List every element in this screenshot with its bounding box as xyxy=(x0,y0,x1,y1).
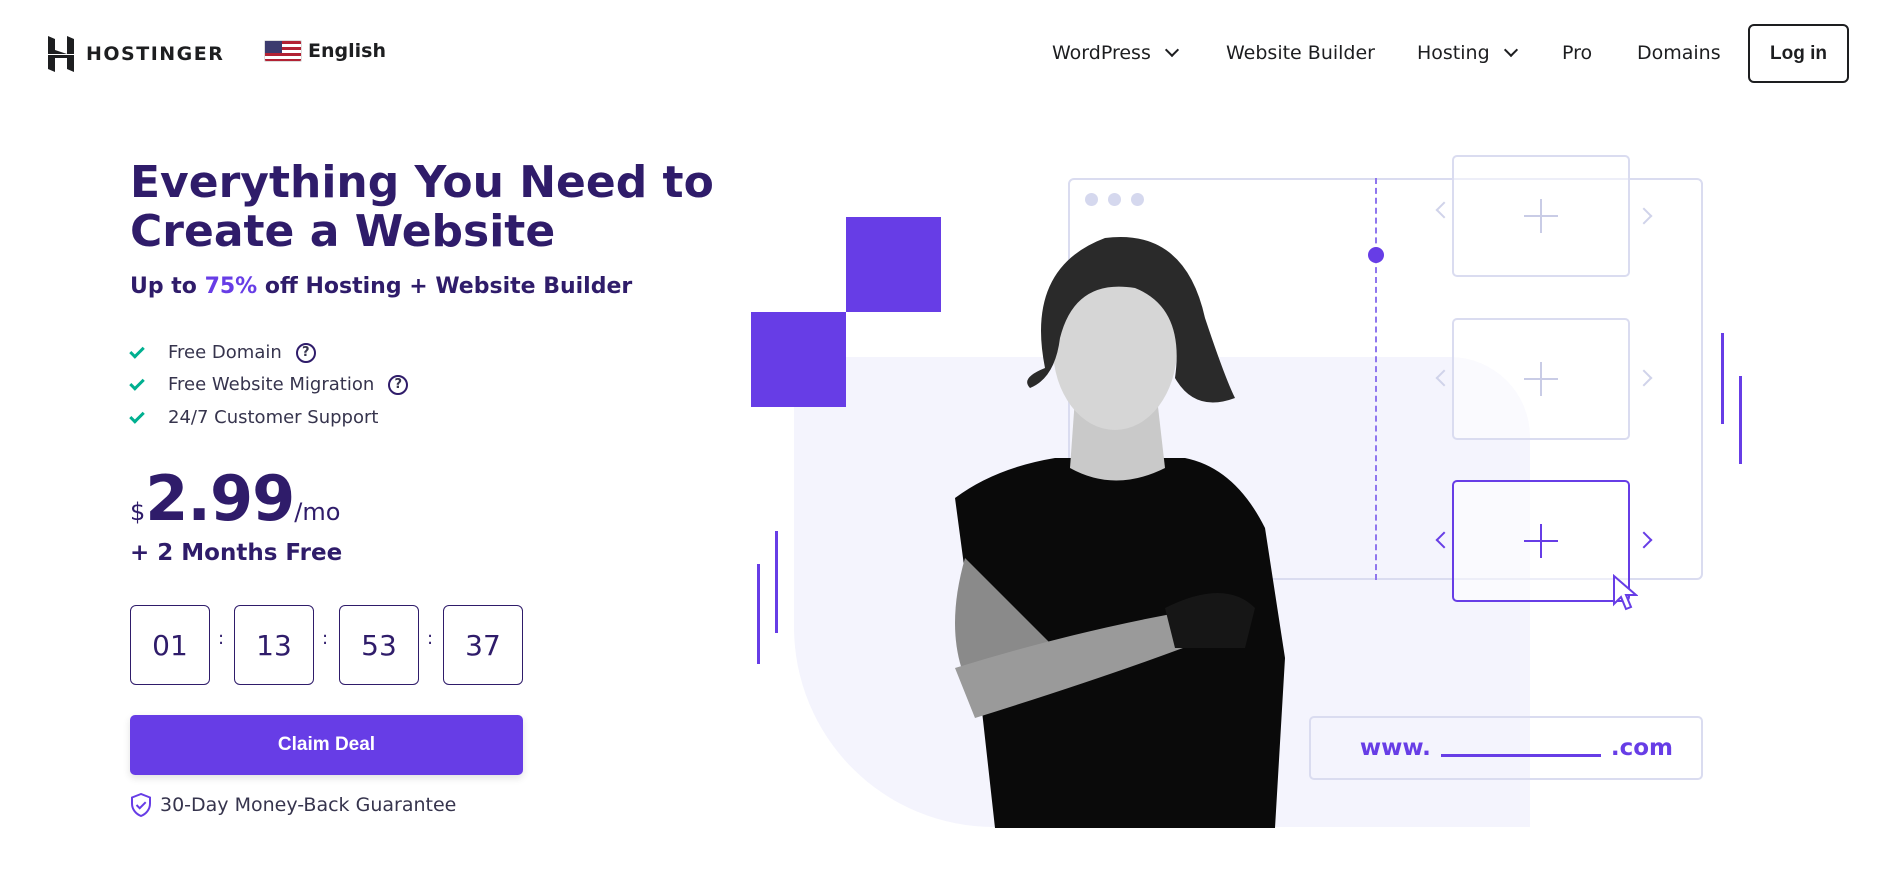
feature-label: 24/7 Customer Support xyxy=(168,407,379,428)
woman-photo xyxy=(955,237,1285,828)
countdown-seconds: 37 xyxy=(443,605,523,685)
discount-highlight: 75% xyxy=(204,274,258,299)
price-amount: 2.99 xyxy=(145,462,295,535)
cursor-icon xyxy=(1613,574,1638,611)
feature-item: 24/7 Customer Support xyxy=(129,407,379,428)
language-label: English xyxy=(308,40,386,62)
decor-line xyxy=(1721,333,1724,424)
section-card-active xyxy=(1452,480,1630,602)
login-button[interactable]: Log in xyxy=(1748,24,1849,83)
subtitle-text: Up to xyxy=(130,274,205,299)
feature-label: Free Website Migration xyxy=(168,374,375,395)
price: $2.99/mo xyxy=(130,462,340,535)
countdown-minutes: 53 xyxy=(339,605,419,685)
nav-website-builder[interactable]: Website Builder xyxy=(1226,42,1375,64)
help-icon[interactable]: ? xyxy=(295,342,316,363)
plus-icon xyxy=(1524,362,1558,396)
nav-hosting[interactable]: Hosting xyxy=(1417,42,1520,64)
subtitle: Up to 75% off Hosting + Website Builder xyxy=(130,274,632,299)
dashed-guide xyxy=(1375,178,1377,580)
decor-square xyxy=(751,312,846,407)
nav-label: WordPress xyxy=(1052,42,1151,64)
decor-line xyxy=(757,564,760,664)
nav-label: Pro xyxy=(1562,42,1593,64)
countdown-separator: : xyxy=(218,628,225,649)
price-period: /mo xyxy=(294,498,341,526)
feature-label: Free Domain xyxy=(168,342,282,363)
guarantee: 30-Day Money-Back Guarantee xyxy=(130,793,456,817)
nav-label: Hosting xyxy=(1417,42,1490,64)
countdown-separator: : xyxy=(322,628,329,649)
price-currency: $ xyxy=(130,498,146,526)
url-suffix: .com xyxy=(1610,735,1673,761)
check-icon xyxy=(129,342,145,359)
check-icon xyxy=(129,374,145,391)
guarantee-text: 30-Day Money-Back Guarantee xyxy=(160,794,457,816)
url-blank xyxy=(1440,753,1601,757)
language-selector[interactable]: English xyxy=(264,40,386,62)
section-card xyxy=(1452,155,1630,277)
countdown-hours: 13 xyxy=(234,605,314,685)
section-card xyxy=(1452,318,1630,440)
decor-line xyxy=(1739,376,1742,464)
title-line: Create a Website xyxy=(130,206,556,257)
countdown-separator: : xyxy=(427,628,434,649)
nav-domains[interactable]: Domains xyxy=(1637,42,1721,64)
window-dots xyxy=(1085,193,1144,206)
guide-handle xyxy=(1368,247,1384,263)
chevron-down-icon xyxy=(1164,42,1179,58)
feature-item: Free Domain? xyxy=(129,342,316,363)
nav-pro[interactable]: Pro xyxy=(1562,42,1592,64)
brand-name: HOSTINGER xyxy=(86,43,225,65)
decor-line xyxy=(775,531,778,633)
logo[interactable]: HOSTINGER xyxy=(48,36,224,72)
nav-label: Website Builder xyxy=(1226,42,1375,64)
hostinger-logo-icon xyxy=(48,36,74,72)
bonus-text: + 2 Months Free xyxy=(130,540,343,566)
shield-check-icon xyxy=(131,793,151,817)
subtitle-text: off Hosting + Website Builder xyxy=(257,274,633,299)
domain-bar: www. .com xyxy=(1309,716,1703,780)
countdown-days: 01 xyxy=(130,605,210,685)
us-flag-icon xyxy=(264,40,302,62)
title-line: Everything You Need to xyxy=(130,157,714,208)
decor-square xyxy=(846,217,941,312)
plus-icon xyxy=(1524,524,1558,558)
help-icon[interactable]: ? xyxy=(388,374,409,395)
page-title: Everything You Need to Create a Website xyxy=(130,158,730,256)
claim-deal-button[interactable]: Claim Deal xyxy=(130,715,523,775)
plus-icon xyxy=(1524,199,1558,233)
chevron-down-icon xyxy=(1503,42,1518,58)
nav-wordpress[interactable]: WordPress xyxy=(1052,42,1181,64)
feature-item: Free Website Migration? xyxy=(129,374,409,395)
nav-label: Domains xyxy=(1637,42,1721,64)
check-icon xyxy=(129,407,145,424)
url-prefix: www. xyxy=(1359,735,1431,761)
